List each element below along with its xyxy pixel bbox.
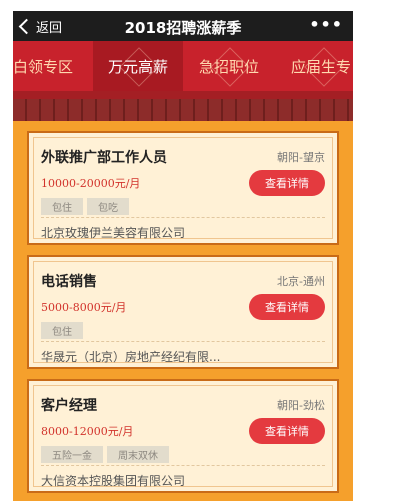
tag: 包住 — [41, 322, 83, 339]
job-card[interactable]: 电话销售 北京-通州 5000-8000元/月 查看详情 包住 华晟元（北京）房… — [27, 255, 339, 369]
company-name: 北京玫瑰伊兰美容有限公司 — [41, 226, 186, 240]
tab-high-salary[interactable]: 万元高薪 — [93, 41, 183, 91]
diamond-decoration-icon — [119, 47, 159, 87]
tab-urgent[interactable]: 急招职位 — [185, 41, 273, 91]
category-tabs: 白领专区 万元高薪 急招职位 应届生专 — [13, 41, 353, 91]
roof-decoration — [13, 91, 353, 121]
view-details-button[interactable]: 查看详情 — [249, 294, 325, 320]
job-salary: 5000-8000元/月 — [41, 301, 127, 314]
more-icon[interactable]: ••• — [309, 15, 343, 34]
tag-list: 包住 — [41, 322, 83, 339]
company-name: 大信资本控股集团有限公司 — [41, 474, 186, 488]
job-card[interactable]: 客户经理 朝阳-劲松 8000-12000元/月 查看详情 五险一金 周末双休 … — [27, 379, 339, 493]
view-details-button[interactable]: 查看详情 — [249, 170, 325, 196]
tab-label: 白领专区 — [13, 57, 73, 76]
tag: 五险一金 — [41, 446, 103, 463]
tag: 包吃 — [87, 198, 129, 215]
tab-white-collar[interactable]: 白领专区 — [13, 41, 79, 91]
tab-graduates[interactable]: 应届生专 — [279, 41, 353, 91]
job-title: 客户经理 — [41, 398, 97, 414]
page-title: 2018招聘涨薪季 — [124, 19, 242, 37]
nav-bar: 返回 2018招聘涨薪季 ••• — [13, 11, 353, 41]
divider — [41, 217, 325, 218]
job-title: 外联推广部工作人员 — [41, 150, 167, 166]
roof-tiles — [13, 99, 353, 121]
job-location: 朝阳-望京 — [277, 151, 325, 164]
roof-edge — [13, 91, 353, 99]
job-salary: 10000-20000元/月 — [41, 177, 141, 190]
view-details-button[interactable]: 查看详情 — [249, 418, 325, 444]
job-location: 北京-通州 — [277, 275, 325, 288]
diamond-decoration-icon — [304, 47, 344, 87]
job-location: 朝阳-劲松 — [277, 399, 325, 412]
job-card[interactable]: 外联推广部工作人员 朝阳-望京 10000-20000元/月 查看详情 包住 包… — [27, 131, 339, 245]
job-salary: 8000-12000元/月 — [41, 425, 134, 438]
company-name: 华晟元（北京）房地产经纪有限... — [41, 350, 221, 364]
tag-list: 五险一金 周末双休 — [41, 446, 169, 463]
tag: 包住 — [41, 198, 83, 215]
diamond-decoration-icon — [210, 47, 250, 87]
tag-list: 包住 包吃 — [41, 198, 129, 215]
tag: 周末双休 — [107, 446, 169, 463]
job-title: 电话销售 — [41, 274, 97, 290]
divider — [41, 341, 325, 342]
divider — [41, 465, 325, 466]
phone-frame: 返回 2018招聘涨薪季 ••• 白领专区 万元高薪 急招职位 应届生专 外联推… — [13, 11, 353, 501]
